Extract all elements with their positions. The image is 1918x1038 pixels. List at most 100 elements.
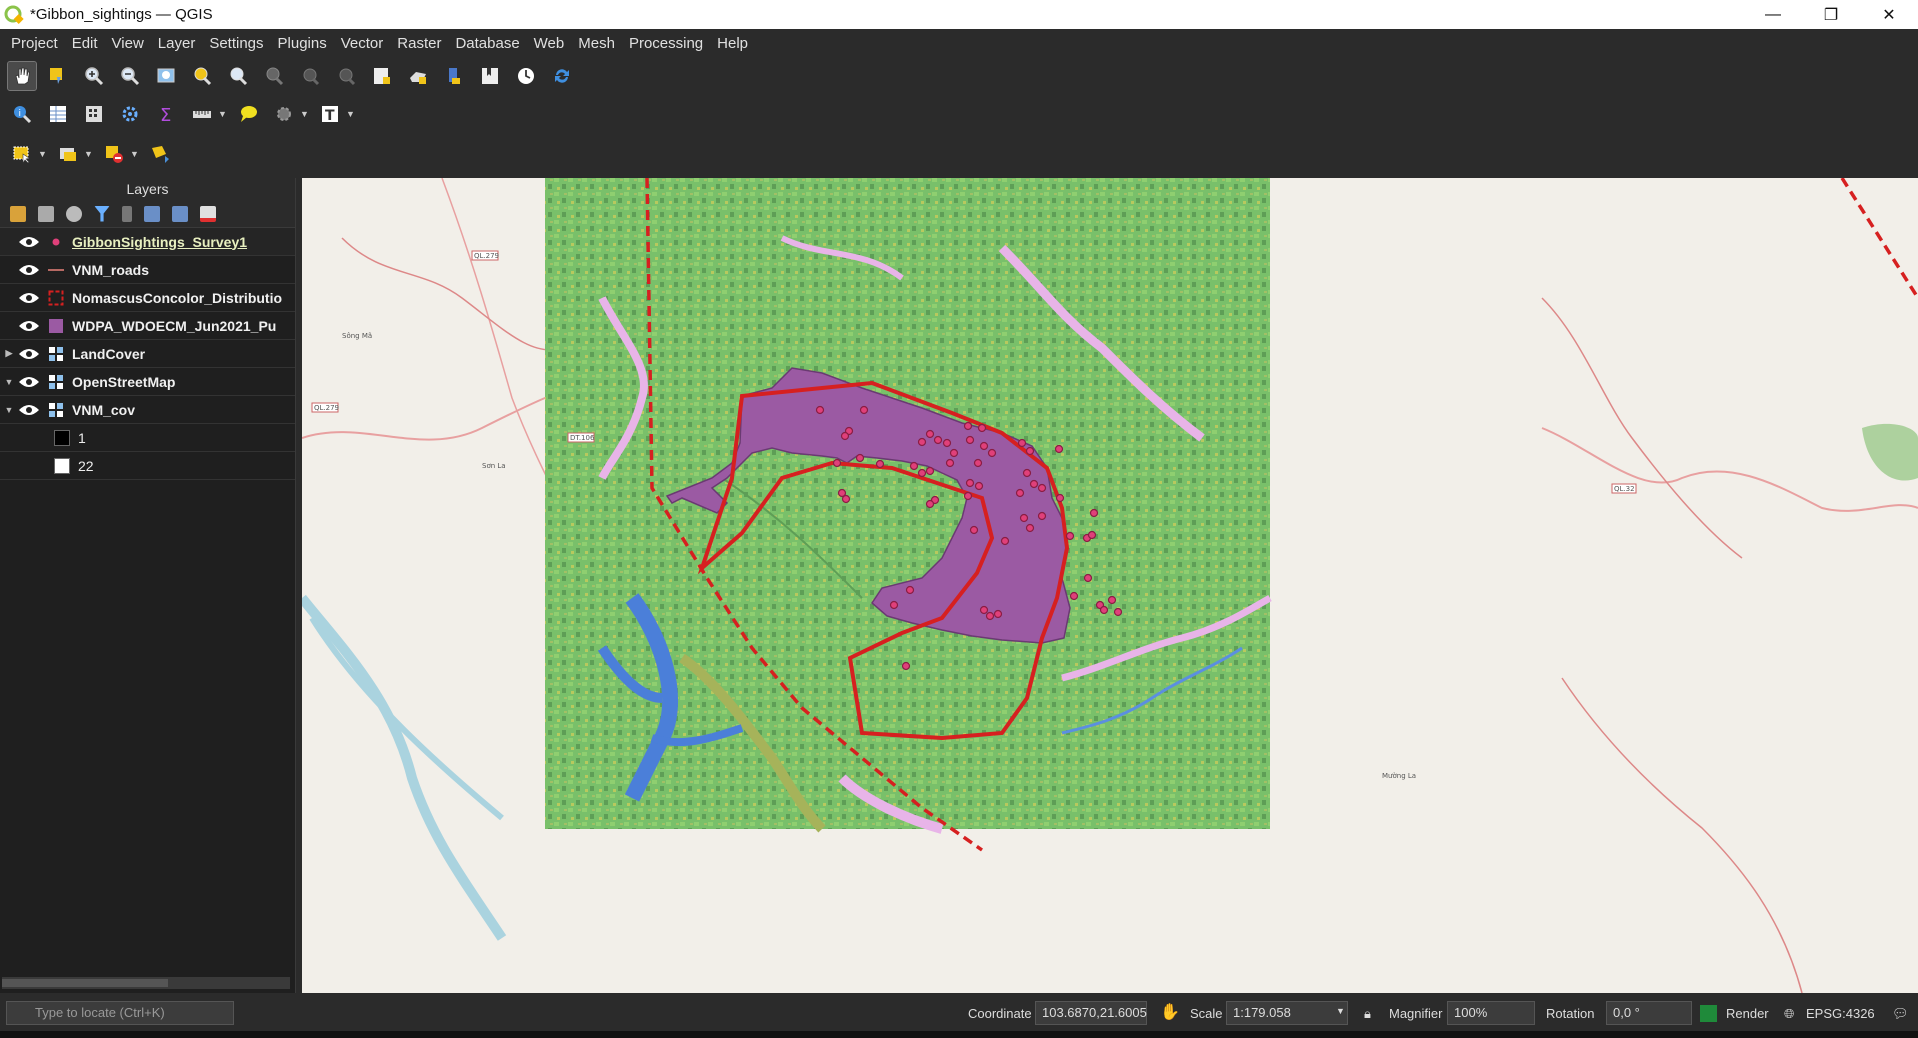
select-by-value-dropdown-icon[interactable]: ▼: [84, 149, 94, 159]
scale-combobox[interactable]: 1:179.058: [1226, 1001, 1348, 1025]
scale-dropdown-icon[interactable]: ▼: [1336, 1006, 1345, 1016]
coordinate-field[interactable]: 103.6870,21.6005: [1035, 1001, 1147, 1025]
select-features-dropdown-icon[interactable]: ▼: [38, 149, 48, 159]
menu-view[interactable]: View: [105, 35, 151, 52]
identify-button[interactable]: i: [8, 100, 36, 128]
menu-settings[interactable]: Settings: [202, 35, 270, 52]
layer-row-openstreetmap[interactable]: ▼ OpenStreetMap: [0, 368, 295, 396]
window-title: *Gibbon_sightings — QGIS: [30, 6, 213, 23]
statistics-button[interactable]: Σ: [152, 100, 180, 128]
manage-map-themes-icon[interactable]: [66, 205, 82, 222]
deselect-dropdown-icon[interactable]: ▼: [130, 149, 140, 159]
add-group-icon[interactable]: [38, 205, 54, 222]
layer-row-landcover[interactable]: ▶ LandCover: [0, 340, 295, 368]
visibility-eye-icon[interactable]: [18, 263, 40, 277]
menu-vector[interactable]: Vector: [334, 35, 391, 52]
select-by-value-button[interactable]: [54, 140, 82, 168]
layer-expand-toggle[interactable]: ▼: [0, 377, 18, 387]
attribute-table-button[interactable]: [44, 100, 72, 128]
zoom-to-selection-button[interactable]: [188, 62, 216, 90]
menu-help[interactable]: Help: [710, 35, 755, 52]
menu-web[interactable]: Web: [527, 35, 572, 52]
select-features-button[interactable]: [8, 140, 36, 168]
zoom-in-button[interactable]: [80, 62, 108, 90]
temporal-controller-button[interactable]: [512, 62, 540, 90]
actions-dropdown-icon[interactable]: ▼: [300, 109, 310, 119]
zoom-out-button[interactable]: [116, 62, 144, 90]
magnifier-spinbox[interactable]: 100%: [1447, 1001, 1535, 1025]
visibility-eye-icon[interactable]: [18, 375, 40, 389]
visibility-eye-icon[interactable]: [18, 235, 40, 249]
layer-row-vnm-cov[interactable]: ▼ VNM_cov: [0, 396, 295, 424]
measure-dropdown-icon[interactable]: ▼: [218, 109, 228, 119]
crs-button[interactable]: EPSG:4326: [1806, 1006, 1875, 1021]
remove-layer-icon[interactable]: [200, 205, 216, 222]
text-annotation-button[interactable]: T: [316, 100, 344, 128]
render-checkbox[interactable]: [1700, 1005, 1717, 1022]
open-layer-styling-icon[interactable]: [10, 205, 26, 222]
field-calculator-button[interactable]: [80, 100, 108, 128]
new-map-view-button[interactable]: [440, 62, 468, 90]
map-tips-button[interactable]: [234, 100, 262, 128]
menu-mesh[interactable]: Mesh: [571, 35, 622, 52]
render-label: Render: [1726, 1006, 1769, 1021]
polygon-symbol-icon: [49, 318, 63, 333]
spatial-bookmark-button[interactable]: [476, 62, 504, 90]
selection-toolbar: ▼ ▼ ▼: [0, 136, 1918, 172]
layers-horizontal-scrollbar[interactable]: [2, 977, 290, 989]
new-bookmark-button[interactable]: [368, 62, 396, 90]
deselect-button[interactable]: [100, 140, 128, 168]
menu-edit[interactable]: Edit: [65, 35, 105, 52]
lock-scale-icon[interactable]: 🔒︎: [1364, 1006, 1371, 1022]
zoom-to-layer-button[interactable]: [224, 62, 252, 90]
layer-name: OpenStreetMap: [72, 373, 176, 390]
minimize-button[interactable]: —: [1744, 0, 1802, 29]
menu-raster[interactable]: Raster: [390, 35, 448, 52]
rotation-spinbox[interactable]: 0,0 °: [1606, 1001, 1692, 1025]
zoom-full-icon: [157, 68, 175, 83]
expand-all-icon[interactable]: [144, 205, 160, 222]
layer-expand-toggle[interactable]: ▶: [0, 348, 18, 359]
visibility-eye-icon[interactable]: [18, 291, 40, 305]
menu-processing[interactable]: Processing: [622, 35, 710, 52]
actions-button[interactable]: [270, 100, 298, 128]
measure-button[interactable]: [188, 100, 216, 128]
menu-plugins[interactable]: Plugins: [271, 35, 334, 52]
collapse-all-icon[interactable]: [172, 205, 188, 222]
menu-project[interactable]: Project: [4, 35, 65, 52]
toggle-extents-icon[interactable]: ✋: [1160, 1002, 1180, 1022]
refresh-button[interactable]: [548, 62, 576, 90]
layer-expand-toggle[interactable]: ▼: [0, 405, 18, 415]
show-bookmarks-icon: [410, 72, 426, 84]
locator-search-input[interactable]: Type to locate (Ctrl+K): [6, 1001, 234, 1025]
layer-row-wdpa[interactable]: WDPA_WDOECM_Jun2021_Pu: [0, 312, 295, 340]
toolbox-button[interactable]: [116, 100, 144, 128]
visibility-eye-icon[interactable]: [18, 403, 40, 417]
close-button[interactable]: ✕: [1860, 0, 1918, 29]
select-location-button[interactable]: [146, 140, 174, 168]
zoom-full-button[interactable]: [152, 62, 180, 90]
map-canvas[interactable]: QL.279 QL.279 DT.106 QL.32 Sơn La Mường …: [302, 178, 1918, 993]
layer-row-nomascus-distribution[interactable]: NomascusConcolor_Distributio: [0, 284, 295, 312]
zoom-next-button[interactable]: [332, 62, 360, 90]
scrollbar-thumb[interactable]: [2, 979, 168, 987]
coordinate-label: Coordinate: [968, 1006, 1032, 1021]
zoom-last-button[interactable]: [296, 62, 324, 90]
map-render[interactable]: QL.279 QL.279 DT.106 QL.32 Sơn La Mường …: [302, 178, 1918, 993]
road-label: QL.279: [314, 404, 339, 412]
zoom-native-button[interactable]: [260, 62, 288, 90]
visibility-eye-icon[interactable]: [18, 347, 40, 361]
filter-legend-icon[interactable]: [94, 205, 110, 222]
pan-to-selection-button[interactable]: [44, 62, 72, 90]
messages-icon[interactable]: 💬︎: [1892, 1006, 1909, 1022]
annotation-dropdown-icon[interactable]: ▼: [346, 109, 356, 119]
menu-layer[interactable]: Layer: [151, 35, 203, 52]
visibility-eye-icon[interactable]: [18, 319, 40, 333]
menu-database[interactable]: Database: [448, 35, 526, 52]
layer-row-vnm-roads[interactable]: VNM_roads: [0, 256, 295, 284]
maximize-button[interactable]: ❐: [1802, 0, 1860, 29]
pan-map-button[interactable]: [7, 61, 37, 91]
show-bookmarks-button[interactable]: [404, 62, 432, 90]
filter-by-expression-icon[interactable]: [122, 205, 132, 222]
layer-row-gibbon-sightings[interactable]: GibbonSightings_Survey1: [0, 228, 295, 256]
